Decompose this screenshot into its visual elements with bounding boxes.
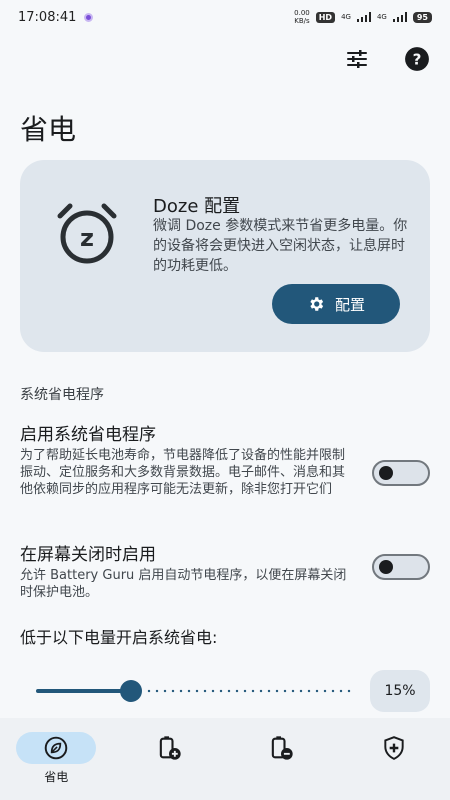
network-speed: 0.00 KB/s: [294, 9, 310, 25]
signal-icon: [392, 12, 407, 22]
setting-description: 为了帮助延长电池寿命，节电器降低了设备的性能并限制振动、定位服务和大多数背景数据…: [20, 448, 346, 497]
tune-icon[interactable]: [342, 44, 372, 74]
setting-title: 启用系统省电程序: [20, 425, 156, 445]
nav-item-battery-saver[interactable]: 省电: [16, 732, 97, 785]
slider-thumb[interactable]: [120, 680, 142, 702]
slider-active-track: [36, 689, 125, 693]
nav-pill: [129, 732, 209, 764]
hd-badge: HD: [315, 11, 336, 23]
status-time: 17:08:41: [18, 9, 77, 25]
nav-item-charging[interactable]: [129, 732, 209, 764]
bottom-navigation: 省电: [0, 718, 450, 800]
doze-title: Doze 配置: [153, 196, 241, 217]
leaf-icon: [44, 736, 68, 760]
nav-item-health[interactable]: [354, 732, 434, 764]
nav-pill: [241, 732, 321, 764]
threshold-label: 低于以下电量开启系统省电:: [20, 628, 218, 647]
setting-title: 在屏幕关闭时启用: [20, 545, 156, 565]
signal-icon: [356, 12, 371, 22]
screen-off-toggle[interactable]: [372, 554, 430, 580]
doze-alarm-icon: z: [54, 200, 120, 266]
svg-text:z: z: [80, 224, 94, 252]
threshold-value: 15%: [370, 670, 430, 712]
status-indicators: 0.00 KB/s HD 4G 4G 95: [294, 9, 432, 25]
svg-text:?: ?: [413, 50, 422, 68]
status-bar: 17:08:41 0.00 KB/s HD 4G 4G 95: [0, 0, 450, 34]
top-actions: ?: [342, 44, 432, 74]
battery-saver-toggle[interactable]: [372, 460, 430, 486]
doze-config-card: z Doze 配置 微调 Doze 参数模式来节省更多电量。你的设备将会更快进入…: [20, 160, 430, 352]
configure-button[interactable]: 配置: [272, 284, 400, 324]
setting-enable-battery-saver[interactable]: 启用系统省电程序 为了帮助延长电池寿命，节电器降低了设备的性能并限制振动、定位服…: [20, 420, 430, 498]
setting-enable-screen-off[interactable]: 在屏幕关闭时启用 允许 Battery Guru 启用自动节电程序，以便在屏幕关…: [20, 540, 430, 601]
configure-button-label: 配置: [334, 295, 365, 314]
shield-plus-icon: [384, 736, 404, 760]
threshold-slider[interactable]: [36, 676, 354, 706]
help-icon[interactable]: ?: [402, 44, 432, 74]
network-type-1: 4G: [341, 13, 351, 21]
battery-minus-icon: [272, 736, 293, 760]
nav-label: 省电: [44, 770, 69, 784]
nav-item-discharging[interactable]: [241, 732, 321, 764]
battery-plus-icon: [159, 736, 181, 760]
gear-icon: [310, 297, 324, 311]
network-type-2: 4G: [376, 13, 387, 21]
doze-description: 微调 Doze 参数模式来节省更多电量。你的设备将会更快进入空闲状态，让息屏时的…: [153, 218, 408, 274]
notification-app-icon: [84, 12, 94, 22]
page-title: 省电: [20, 113, 77, 146]
battery-level: 95: [412, 11, 432, 23]
slider-inactive-track: [145, 689, 354, 693]
section-label: 系统省电程序: [20, 387, 104, 403]
nav-pill: [16, 732, 97, 764]
setting-description: 允许 Battery Guru 启用自动节电程序，以便在屏幕关闭时保护电池。: [20, 568, 347, 600]
nav-pill: [354, 732, 434, 764]
toggle-knob: [379, 466, 393, 480]
toggle-knob: [379, 560, 393, 574]
